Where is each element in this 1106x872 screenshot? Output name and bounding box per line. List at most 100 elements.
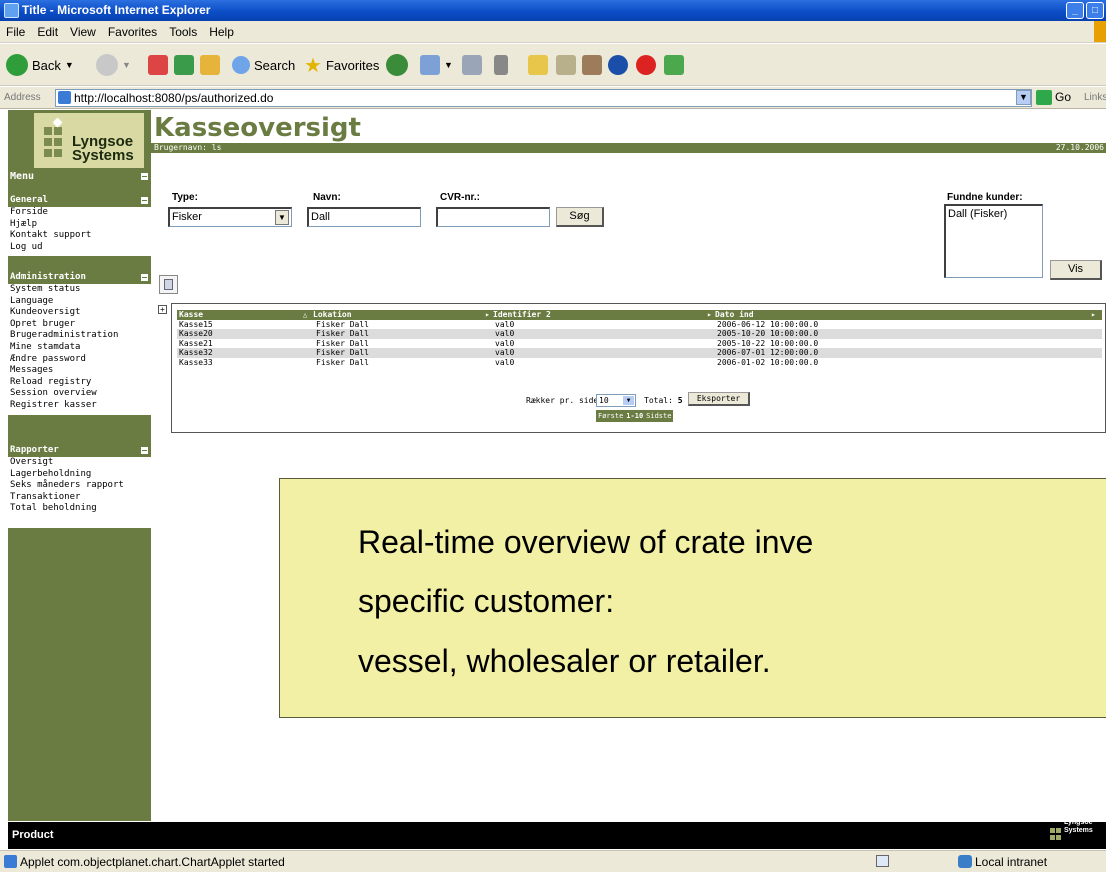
section-general-header: General: [8, 194, 151, 207]
nav-transaktioner[interactable]: Transaktioner: [8, 492, 151, 504]
collapse-icon[interactable]: [141, 447, 148, 454]
cvr-input[interactable]: [436, 207, 550, 227]
export-button[interactable]: Eksporter: [688, 392, 750, 406]
minimize-button[interactable]: _: [1066, 2, 1084, 19]
forward-dropdown-icon[interactable]: ▼: [122, 60, 131, 70]
forward-button[interactable]: ▼: [96, 53, 131, 77]
table-row[interactable]: Kasse20 Fisker Dall val0 2005-10-20 10:0…: [177, 329, 1102, 339]
pager-first[interactable]: Første: [598, 410, 623, 422]
header-band: Brugernavn: ls 27.10.2006: [151, 143, 1106, 153]
history-button[interactable]: [386, 53, 408, 77]
refresh-icon: [174, 55, 194, 75]
expand-icon[interactable]: +: [158, 305, 167, 314]
page-title: Kasseoversigt: [154, 113, 361, 143]
navn-input[interactable]: Dall: [307, 207, 421, 227]
nav-brugeradministration[interactable]: Brugeradministration: [8, 330, 151, 342]
table-row[interactable]: Kasse15 Fisker Dall val0 2006-06-12 10:0…: [177, 320, 1102, 329]
collapse-icon[interactable]: [141, 274, 148, 281]
sort-asc-icon[interactable]: △: [303, 310, 307, 320]
nav-system-status[interactable]: System status: [8, 284, 151, 296]
menu-edit[interactable]: Edit: [31, 21, 64, 39]
nav-reload-registry[interactable]: Reload registry: [8, 377, 151, 389]
nav-mine-stamdata[interactable]: Mine stamdata: [8, 342, 151, 354]
tool-button[interactable]: [636, 53, 656, 77]
back-button[interactable]: Back ▼: [6, 53, 74, 77]
search-button[interactable]: Søg: [556, 207, 604, 227]
messenger-button[interactable]: [582, 53, 602, 77]
mail-button[interactable]: ▼: [420, 53, 453, 77]
rows-per-page-select[interactable]: 10 ▼: [596, 394, 636, 407]
results-table: Kasse △ Lokation ▸ Identifier 2 ▸ Dato i…: [171, 303, 1106, 433]
windows-flag-icon: [1094, 21, 1106, 42]
table-row[interactable]: Kasse32 Fisker Dall val0 2006-07-01 12:0…: [177, 348, 1102, 358]
nav-oversigt[interactable]: Oversigt: [8, 457, 151, 469]
page-icon: [58, 91, 71, 104]
search-button[interactable]: Search: [232, 53, 295, 77]
pager-range[interactable]: 1-10: [626, 410, 643, 422]
nav-aendre-password[interactable]: Ændre password: [8, 354, 151, 366]
print-icon: [462, 55, 482, 75]
favorites-button[interactable]: ★ Favorites: [304, 53, 379, 77]
nav-hjaelp[interactable]: Hjælp: [8, 219, 151, 231]
search-icon: [232, 56, 250, 74]
nav-messages[interactable]: Messages: [8, 365, 151, 377]
research-icon: [556, 55, 576, 75]
pager-last[interactable]: Sidste: [646, 410, 671, 422]
nav-seks-maaneders-rapport[interactable]: Seks måneders rapport: [8, 480, 151, 492]
nav-kundeoversigt[interactable]: Kundeoversigt: [8, 307, 151, 319]
print-button[interactable]: [462, 53, 482, 77]
folder-icon: [528, 55, 548, 75]
status-bar: Applet com.objectplanet.chart.ChartApple…: [0, 850, 1106, 872]
folder-button[interactable]: [528, 53, 548, 77]
column-kasse[interactable]: Kasse: [179, 310, 203, 320]
links-label[interactable]: Links: [1084, 92, 1106, 103]
bluetooth-button[interactable]: [608, 53, 628, 77]
nav-log-ud[interactable]: Log ud: [8, 242, 151, 254]
collapse-icon[interactable]: [141, 173, 148, 180]
show-button[interactable]: Vis: [1050, 260, 1102, 280]
menu-file[interactable]: File: [0, 21, 31, 39]
nav-registrer-kasser[interactable]: Registrer kasser: [8, 400, 151, 412]
found-customers-list[interactable]: Dall (Fisker): [944, 204, 1043, 278]
address-dropdown-icon[interactable]: ▼: [1016, 90, 1031, 105]
sort-icon[interactable]: ▸: [485, 310, 490, 320]
nav-language[interactable]: Language: [8, 296, 151, 308]
nav-opret-bruger[interactable]: Opret bruger: [8, 319, 151, 331]
home-button[interactable]: [200, 53, 220, 77]
go-label: Go: [1055, 90, 1072, 104]
menu-view[interactable]: View: [64, 21, 102, 39]
edit-button[interactable]: [494, 53, 508, 77]
menu-help[interactable]: Help: [203, 21, 240, 39]
maximize-button[interactable]: □: [1086, 2, 1104, 19]
callout-line-2: specific customer:: [358, 583, 615, 619]
section-rapporter-title: Rapporter: [10, 445, 59, 455]
found-customer-item[interactable]: Dall (Fisker): [948, 206, 1042, 222]
go-button[interactable]: Go: [1036, 90, 1072, 106]
column-dato-ind[interactable]: Dato ind: [715, 310, 754, 320]
refresh-button[interactable]: [174, 53, 194, 77]
table-row[interactable]: Kasse33 Fisker Dall val0 2006-01-02 10:0…: [177, 358, 1102, 367]
export-file-icon[interactable]: [159, 275, 178, 294]
nav-forside[interactable]: Forside: [8, 207, 151, 219]
nav-total-beholdning[interactable]: Total beholdning: [8, 503, 151, 515]
stop-button[interactable]: [148, 53, 168, 77]
sort-icon[interactable]: ▸: [707, 310, 712, 320]
table-row[interactable]: Kasse21 Fisker Dall val0 2005-10-22 10:0…: [177, 339, 1102, 348]
chevron-down-icon[interactable]: ▼: [623, 396, 634, 405]
collapse-icon[interactable]: [141, 197, 148, 204]
users-button[interactable]: [664, 53, 684, 77]
mail-dropdown-icon[interactable]: ▼: [444, 60, 453, 70]
nav-lagerbeholdning[interactable]: Lagerbeholdning: [8, 469, 151, 481]
back-dropdown-icon[interactable]: ▼: [65, 60, 74, 70]
research-button[interactable]: [556, 53, 576, 77]
nav-kontakt-support[interactable]: Kontakt support: [8, 230, 151, 242]
nav-session-overview[interactable]: Session overview: [8, 388, 151, 400]
address-input[interactable]: http://localhost:8080/ps/authorized.do: [55, 89, 1032, 107]
chevron-down-icon[interactable]: ▼: [275, 210, 289, 225]
column-identifier-2[interactable]: Identifier 2: [493, 310, 551, 320]
menu-tools[interactable]: Tools: [163, 21, 203, 39]
column-lokation[interactable]: Lokation: [313, 310, 352, 320]
sort-icon[interactable]: ▸: [1091, 310, 1096, 320]
type-select[interactable]: Fisker ▼: [168, 207, 292, 227]
menu-favorites[interactable]: Favorites: [102, 21, 163, 39]
